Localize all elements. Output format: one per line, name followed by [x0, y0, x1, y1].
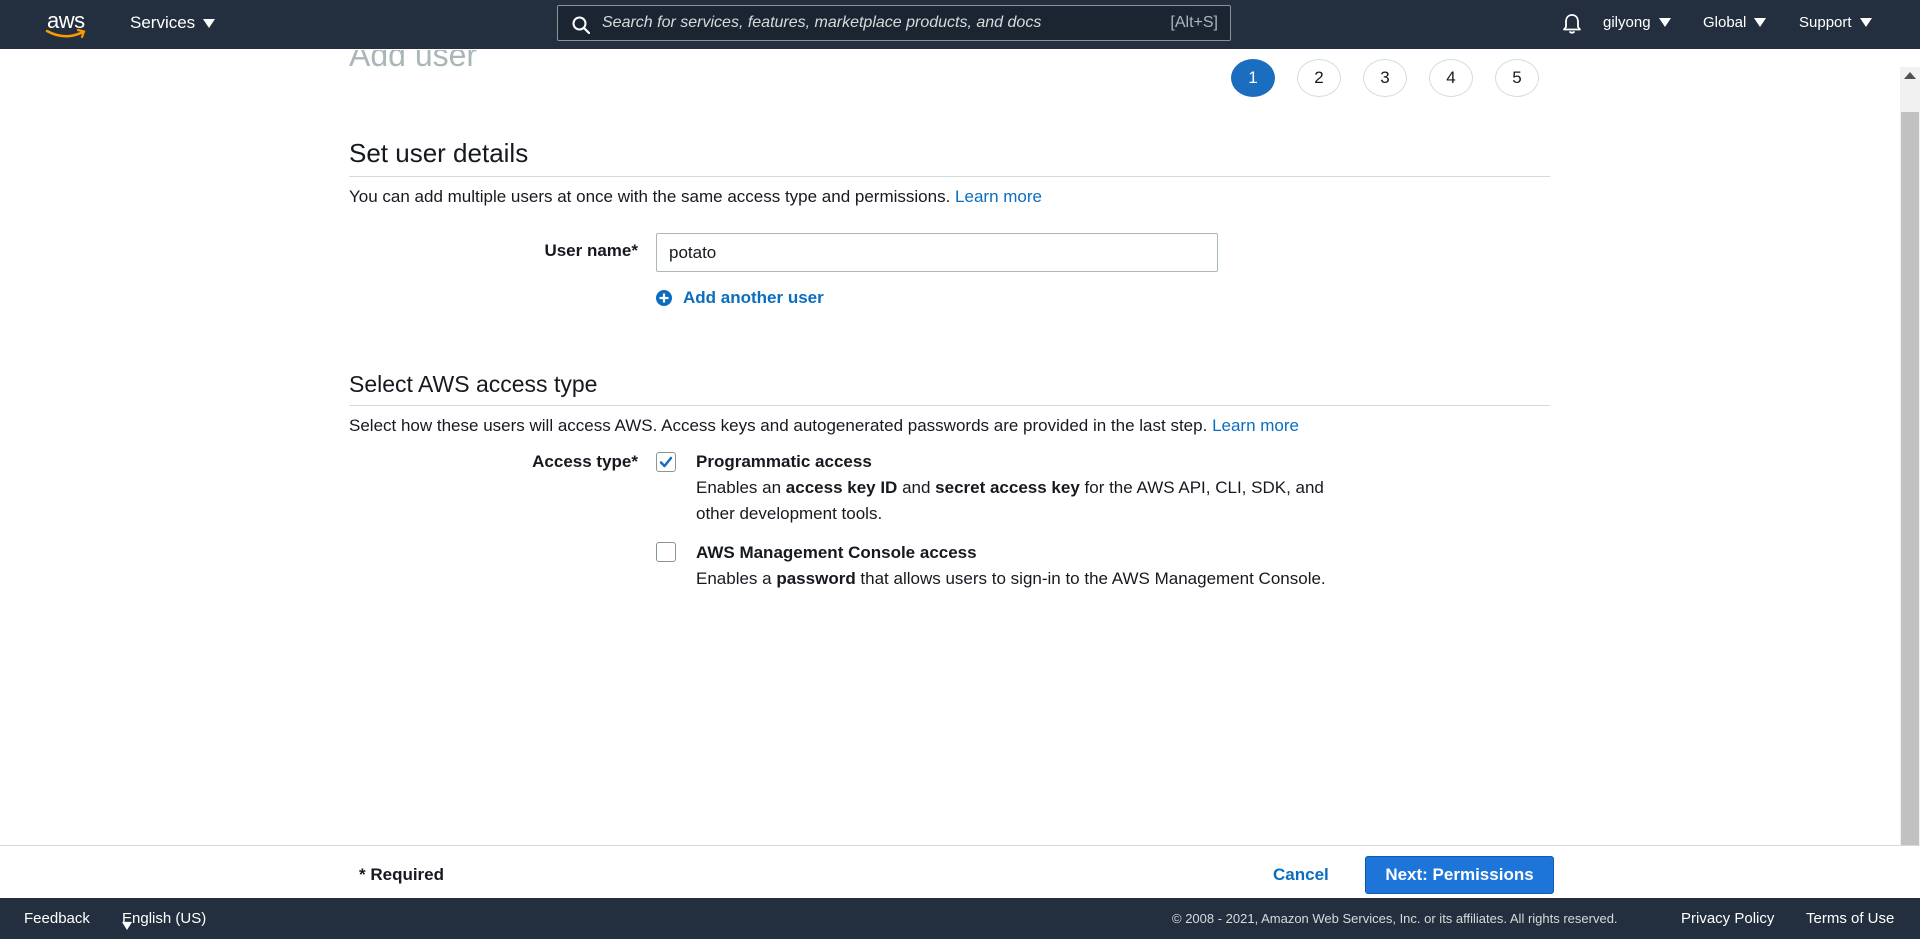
terms-of-use-link[interactable]: Terms of Use — [1806, 910, 1894, 927]
console-access-checkbox[interactable] — [656, 542, 676, 562]
divider — [349, 176, 1550, 177]
description-text: Enables a — [696, 569, 777, 588]
access-type-title: Select AWS access type — [349, 371, 598, 397]
console-access-title: AWS Management Console access — [696, 543, 977, 562]
programmatic-access-description: Enables an access key ID and secret acce… — [696, 475, 1356, 527]
access-type-description: Select how these users will access AWS. … — [349, 416, 1299, 436]
user-details-description-text: You can add multiple users at once with … — [349, 187, 951, 206]
add-another-user-button[interactable]: Add another user — [655, 288, 824, 308]
user-details-title: Set user details — [349, 138, 529, 168]
aws-logo[interactable]: aws — [45, 8, 89, 42]
learn-more-link[interactable]: Learn more — [955, 187, 1042, 206]
copyright-text: © 2008 - 2021, Amazon Web Services, Inc.… — [1172, 911, 1618, 926]
scrollbar-thumb[interactable] — [1901, 112, 1919, 845]
footer: Feedback English (US) © 2008 - 2021, Ama… — [0, 898, 1920, 939]
support-menu[interactable]: Support — [1799, 14, 1872, 31]
add-another-user-label: Add another user — [683, 288, 824, 307]
chevron-down-icon — [122, 922, 132, 930]
description-bold: access key ID — [785, 478, 898, 497]
description-bold: password — [776, 569, 856, 588]
description-text: that allows users to sign-in to the AWS … — [855, 569, 1326, 588]
plus-circle-icon — [656, 290, 672, 306]
step-5[interactable]: 5 — [1495, 59, 1539, 97]
chevron-down-icon — [1754, 18, 1767, 27]
aws-smile-icon — [45, 28, 86, 39]
language-selector[interactable]: English (US) — [122, 910, 207, 930]
step-3[interactable]: 3 — [1363, 59, 1407, 97]
cancel-button[interactable]: Cancel — [1273, 865, 1329, 885]
access-type-label: Access type* — [532, 452, 638, 471]
next-permissions-button[interactable]: Next: Permissions — [1365, 856, 1554, 894]
username-input[interactable] — [656, 233, 1218, 272]
page-title: Add user — [349, 50, 478, 73]
services-label: Services — [130, 13, 196, 32]
divider — [349, 405, 1550, 406]
chevron-down-icon — [1859, 18, 1872, 27]
search-shortcut: [Alt+S] — [1170, 14, 1218, 31]
top-navigation: aws Services [Alt+S] gilyong Global Supp… — [0, 0, 1920, 49]
language-label: English (US) — [122, 910, 207, 927]
required-note: * Required — [359, 865, 445, 884]
description-text: and — [897, 478, 936, 497]
programmatic-access-title: Programmatic access — [696, 452, 872, 471]
access-type-description-text: Select how these users will access AWS. … — [349, 416, 1208, 435]
support-label: Support — [1799, 14, 1852, 31]
services-menu[interactable]: Services — [130, 13, 216, 33]
search-bar[interactable]: [Alt+S] — [557, 5, 1231, 41]
programmatic-access-checkbox[interactable] — [656, 452, 676, 472]
step-4[interactable]: 4 — [1429, 59, 1473, 97]
step-2[interactable]: 2 — [1297, 59, 1341, 97]
chevron-down-icon — [1658, 18, 1671, 27]
checkmark-icon — [659, 456, 673, 468]
account-menu[interactable]: gilyong — [1603, 14, 1671, 31]
notifications-bell-icon[interactable] — [1562, 13, 1582, 35]
search-input[interactable] — [602, 6, 1122, 40]
scroll-up-arrow-icon[interactable] — [1904, 72, 1916, 79]
feedback-link[interactable]: Feedback — [24, 910, 90, 927]
action-bar: * Required Cancel Next: Permissions — [0, 845, 1920, 898]
chevron-down-icon — [203, 18, 216, 28]
user-details-description: You can add multiple users at once with … — [349, 187, 1042, 207]
search-icon — [572, 16, 590, 34]
privacy-policy-link[interactable]: Privacy Policy — [1681, 910, 1774, 927]
description-text: Enables an — [696, 478, 786, 497]
description-bold: secret access key — [935, 478, 1080, 497]
region-menu[interactable]: Global — [1703, 14, 1767, 31]
wizard-steps: 1 2 3 4 5 — [1231, 59, 1539, 97]
account-name: gilyong — [1603, 14, 1651, 31]
region-name: Global — [1703, 14, 1747, 31]
console-access-description: Enables a password that allows users to … — [696, 566, 1396, 592]
username-label: User name* — [544, 241, 638, 260]
learn-more-link[interactable]: Learn more — [1212, 416, 1299, 435]
step-1[interactable]: 1 — [1231, 59, 1275, 97]
